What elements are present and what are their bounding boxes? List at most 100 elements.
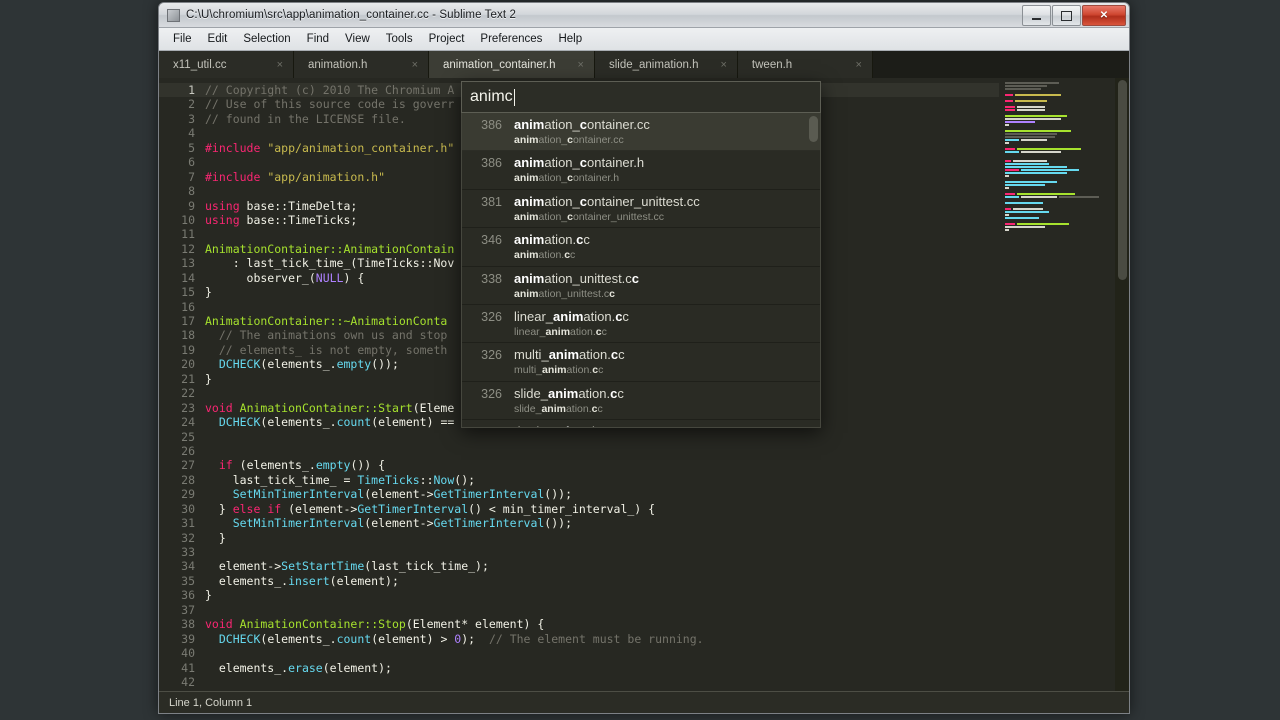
result-texts: animation.ccanimation.cc (502, 231, 590, 265)
app-icon (167, 9, 180, 22)
tab-tween-h[interactable]: tween.h× (738, 51, 873, 78)
minimap-line (1005, 217, 1115, 219)
line-number: 3 (159, 112, 205, 126)
menu-item-tools[interactable]: Tools (378, 31, 421, 47)
minimap-line (1005, 175, 1115, 177)
code-line[interactable]: 34 element->SetStartTime(last_tick_time_… (159, 559, 999, 573)
minimap-line (1005, 94, 1115, 96)
menu-item-help[interactable]: Help (550, 31, 590, 47)
minimap-segment (1005, 184, 1045, 186)
code-token: #include (205, 170, 260, 184)
tab-slide-animation-h[interactable]: slide_animation.h× (595, 51, 738, 78)
quick-open-result-row[interactable]: 381animation_container_unittest.ccanimat… (462, 190, 820, 228)
code-token: GetTimerInterval (357, 502, 468, 516)
code-line[interactable]: 29 SetMinTimerInterval(element->GetTimer… (159, 487, 999, 501)
line-number: 28 (159, 473, 205, 487)
quick-open-result-row[interactable]: 386animation_container.hanimation_contai… (462, 151, 820, 189)
code-minimap[interactable] (999, 78, 1115, 692)
minimap-segment (1015, 94, 1061, 96)
menu-item-preferences[interactable]: Preferences (472, 31, 550, 47)
code-token: ); (461, 632, 489, 646)
code-line[interactable]: 37 (159, 603, 999, 617)
menu-item-file[interactable]: File (165, 31, 200, 47)
code-line[interactable]: 30 } else if (element->GetTimerInterval(… (159, 502, 999, 516)
line-number: 20 (159, 357, 205, 371)
code-token: ) { (343, 271, 364, 285)
tab-close-icon[interactable]: × (255, 59, 283, 71)
code-line[interactable]: 41 elements_.erase(element); (159, 661, 999, 675)
menu-item-view[interactable]: View (337, 31, 378, 47)
quick-open-panel[interactable]: animc 386animation_container.ccanimation… (461, 81, 821, 428)
code-token: SetMinTimerInterval (233, 487, 365, 501)
editor-scrollbar-thumb[interactable] (1118, 80, 1127, 280)
tab-close-icon[interactable]: × (556, 59, 584, 71)
quick-open-result-row[interactable]: 326slide_animation.ccslide_animation.cc (462, 382, 820, 420)
code-token: Now (434, 473, 455, 487)
quick-open-results[interactable]: 386animation_container.ccanimation_conta… (461, 113, 821, 428)
code-line[interactable]: 40 (159, 646, 999, 660)
code-token: void (205, 401, 233, 415)
quick-open-result-row[interactable]: 326throb_animation.ccthrob_animation.cc (462, 420, 820, 428)
minimap-line (1005, 193, 1115, 195)
tab-x11-util-cc[interactable]: x11_util.cc× (159, 51, 294, 78)
quick-open-result-row[interactable]: 346animation.ccanimation.cc (462, 228, 820, 266)
tab-close-icon[interactable]: × (698, 59, 726, 71)
maximize-button[interactable] (1052, 5, 1081, 26)
code-line[interactable]: 35 elements_.insert(element); (159, 574, 999, 588)
close-button[interactable]: ✕ (1082, 5, 1126, 26)
minimap-segment (1005, 151, 1019, 153)
tab-close-icon[interactable]: × (833, 59, 861, 71)
code-line[interactable]: 33 (159, 545, 999, 559)
menu-item-find[interactable]: Find (299, 31, 337, 47)
code-line[interactable]: 26 (159, 444, 999, 458)
menu-item-project[interactable]: Project (421, 31, 473, 47)
minimap-segment (1005, 208, 1011, 210)
minimap-line (1005, 196, 1115, 198)
line-number: 13 (159, 256, 205, 270)
result-score: 386 (470, 116, 502, 150)
minimap-segment (1005, 175, 1009, 177)
title-bar[interactable]: C:\U\chromium\src\app\animation_containe… (159, 3, 1129, 28)
code-line[interactable]: 27 if (elements_.empty()) { (159, 458, 999, 472)
code-token: } (205, 502, 233, 516)
code-line[interactable]: 32 } (159, 531, 999, 545)
minimap-segment (1021, 196, 1057, 198)
quick-open-input[interactable]: animc (461, 81, 821, 113)
menu-item-selection[interactable]: Selection (235, 31, 298, 47)
minimap-segment (1005, 160, 1011, 162)
tab-animation-container-h[interactable]: animation_container.h× (429, 51, 595, 78)
menu-item-edit[interactable]: Edit (200, 31, 236, 47)
result-texts: animation_container.hanimation_container… (502, 154, 644, 188)
result-texts: linear_animation.cclinear_animation.cc (502, 308, 629, 342)
code-token: (last_tick_time_); (364, 559, 489, 573)
quick-open-result-row[interactable]: 386animation_container.ccanimation_conta… (462, 113, 820, 151)
code-token: AnimationContainer::~AnimationConta (205, 314, 447, 328)
result-texts: animation_unittest.ccanimation_unittest.… (502, 270, 639, 304)
quick-open-result-row[interactable]: 326multi_animation.ccmulti_animation.cc (462, 343, 820, 381)
code-line[interactable]: 39 DCHECK(elements_.count(element) > 0);… (159, 632, 999, 646)
tab-close-icon[interactable]: × (390, 59, 418, 71)
code-line[interactable]: 28 last_tick_time_ = TimeTicks::Now(); (159, 473, 999, 487)
quick-open-scrollbar-thumb[interactable] (809, 116, 818, 142)
minimap-line (1005, 127, 1115, 129)
code-token: ()); (544, 487, 572, 501)
editor-scrollbar[interactable] (1115, 78, 1129, 692)
code-token (205, 516, 233, 530)
code-token: (elements_. (260, 357, 336, 371)
code-line[interactable]: 38void AnimationContainer::Stop(Element*… (159, 617, 999, 631)
line-number: 39 (159, 632, 205, 646)
minimap-segment (1005, 169, 1019, 171)
code-line[interactable]: 42 (159, 675, 999, 689)
quick-open-result-row[interactable]: 338animation_unittest.ccanimation_unitte… (462, 267, 820, 305)
code-token: void (205, 617, 233, 631)
line-number: 37 (159, 603, 205, 617)
code-line[interactable]: 31 SetMinTimerInterval(element->GetTimer… (159, 516, 999, 530)
tab-animation-h[interactable]: animation.h× (294, 51, 429, 78)
result-filename: animation.cc (514, 231, 590, 248)
line-number: 14 (159, 271, 205, 285)
quick-open-result-row[interactable]: 326linear_animation.cclinear_animation.c… (462, 305, 820, 343)
code-line[interactable]: 36} (159, 588, 999, 602)
code-line[interactable]: 25 (159, 430, 999, 444)
minimize-button[interactable] (1022, 5, 1051, 26)
tab-label: animation_container.h (443, 59, 556, 71)
